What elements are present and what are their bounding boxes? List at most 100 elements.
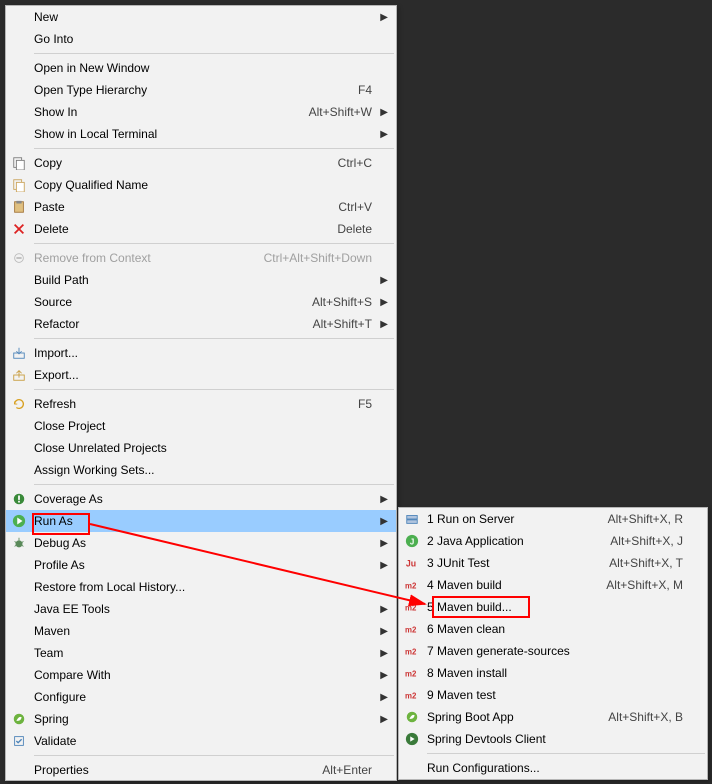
menu-compare-with[interactable]: Compare With▶ (6, 664, 396, 686)
svg-text:m2: m2 (405, 670, 417, 679)
chevron-right-icon: ▶ (378, 516, 388, 527)
svg-text:m2: m2 (405, 582, 417, 591)
menu-item-shortcut: Alt+Shift+X, J (610, 534, 683, 548)
blank-icon (10, 60, 28, 76)
menu-delete[interactable]: DeleteDelete (6, 218, 396, 240)
menu-restore-history[interactable]: Restore from Local History... (6, 576, 396, 598)
chevron-right-icon: ▶ (378, 297, 388, 308)
menu-show-local-terminal[interactable]: Show in Local Terminal▶ (6, 123, 396, 145)
submenu-java-app[interactable]: J2 Java ApplicationAlt+Shift+X, J (399, 530, 707, 552)
menu-item-label: Import... (34, 346, 372, 360)
menu-item-label: Run Configurations... (427, 761, 683, 775)
menu-item-label: Remove from Context (34, 251, 252, 265)
paste-icon (10, 199, 28, 215)
menu-separator (34, 755, 394, 756)
menu-javaee-tools[interactable]: Java EE Tools▶ (6, 598, 396, 620)
chevron-right-icon: ▶ (378, 319, 388, 330)
menu-item-label: Java EE Tools (34, 602, 372, 616)
menu-configure[interactable]: Configure▶ (6, 686, 396, 708)
menu-debug-as[interactable]: Debug As ▶ (6, 532, 396, 554)
menu-close-project[interactable]: Close Project (6, 415, 396, 437)
delete-icon (10, 221, 28, 237)
submenu-maven-build[interactable]: m24 Maven buildAlt+Shift+X, M (399, 574, 707, 596)
menu-item-shortcut: Ctrl+C (338, 156, 372, 170)
menu-item-label: Compare With (34, 668, 372, 682)
menu-item-label: Copy (34, 156, 326, 170)
submenu-junit[interactable]: Ju3 JUnit TestAlt+Shift+X, T (399, 552, 707, 574)
menu-item-label: Paste (34, 200, 326, 214)
menu-go-into[interactable]: Go Into (6, 28, 396, 50)
menu-item-label: Refresh (34, 397, 346, 411)
blank-icon (403, 760, 421, 776)
menu-new[interactable]: New▶ (6, 6, 396, 28)
menu-item-shortcut: Alt+Enter (322, 763, 372, 777)
menu-copy[interactable]: Copy Ctrl+C (6, 152, 396, 174)
menu-item-label: Go Into (34, 32, 372, 46)
menu-item-label: Show In (34, 105, 297, 119)
menu-open-new-window[interactable]: Open in New Window (6, 57, 396, 79)
menu-item-label: Source (34, 295, 300, 309)
submenu-maven-install[interactable]: m28 Maven install (399, 662, 707, 684)
submenu-spring-devtools[interactable]: Spring Devtools Client (399, 728, 707, 750)
menu-build-path[interactable]: Build Path▶ (6, 269, 396, 291)
submenu-maven-gen[interactable]: m27 Maven generate-sources (399, 640, 707, 662)
menu-validate[interactable]: Validate (6, 730, 396, 752)
menu-show-in[interactable]: Show InAlt+Shift+W▶ (6, 101, 396, 123)
chevron-right-icon: ▶ (378, 538, 388, 549)
menu-refactor[interactable]: RefactorAlt+Shift+T▶ (6, 313, 396, 335)
submenu-run-config[interactable]: Run Configurations... (399, 757, 707, 779)
menu-team[interactable]: Team▶ (6, 642, 396, 664)
chevron-right-icon: ▶ (378, 129, 388, 140)
blank-icon (10, 462, 28, 478)
menu-maven[interactable]: Maven▶ (6, 620, 396, 642)
menu-copy-qualified[interactable]: Copy Qualified Name (6, 174, 396, 196)
menu-assign-working-sets[interactable]: Assign Working Sets... (6, 459, 396, 481)
menu-spring[interactable]: Spring▶ (6, 708, 396, 730)
menu-open-type-hierarchy[interactable]: Open Type HierarchyF4 (6, 79, 396, 101)
blank-icon (10, 82, 28, 98)
menu-item-shortcut: Alt+Shift+T (313, 317, 372, 331)
blank-icon (10, 316, 28, 332)
menu-close-unrelated[interactable]: Close Unrelated Projects (6, 437, 396, 459)
menu-item-label: Restore from Local History... (34, 580, 372, 594)
svg-text:J: J (410, 538, 414, 547)
menu-refresh[interactable]: RefreshF5 (6, 393, 396, 415)
menu-item-label: Run As (34, 514, 372, 528)
context-menu-main: New▶ Go Into Open in New Window Open Type… (5, 5, 397, 781)
menu-profile-as[interactable]: Profile As▶ (6, 554, 396, 576)
menu-item-shortcut: Alt+Shift+S (312, 295, 372, 309)
menu-source[interactable]: Source Alt+Shift+S ▶ (6, 291, 396, 313)
svg-text:m2: m2 (405, 692, 417, 701)
submenu-maven-test[interactable]: m29 Maven test (399, 684, 707, 706)
menu-item-label: Spring (34, 712, 372, 726)
menu-item-shortcut: Delete (337, 222, 372, 236)
menu-item-label: Assign Working Sets... (34, 463, 372, 477)
menu-item-label: Properties (34, 763, 310, 777)
menu-item-label: Open in New Window (34, 61, 372, 75)
spring-icon (403, 709, 421, 725)
menu-item-label: Close Project (34, 419, 372, 433)
menu-export[interactable]: Export... (6, 364, 396, 386)
chevron-right-icon: ▶ (378, 560, 388, 571)
context-menu-runas: 1 Run on ServerAlt+Shift+X, R J2 Java Ap… (398, 507, 708, 780)
menu-coverage-as[interactable]: Coverage As▶ (6, 488, 396, 510)
menu-item-shortcut: Ctrl+V (338, 200, 372, 214)
submenu-run-on-server[interactable]: 1 Run on ServerAlt+Shift+X, R (399, 508, 707, 530)
remove-ctx-icon (10, 250, 28, 266)
submenu-maven-build-config[interactable]: m25 Maven build... (399, 596, 707, 618)
chevron-right-icon: ▶ (378, 626, 388, 637)
java-icon: J (403, 533, 421, 549)
menu-item-label: Debug As (34, 536, 372, 550)
menu-run-as[interactable]: Run As ▶ (6, 510, 396, 532)
blank-icon (10, 601, 28, 617)
menu-item-label: 6 Maven clean (427, 622, 683, 636)
menu-properties[interactable]: Properties Alt+Enter (6, 759, 396, 781)
svg-text:m2: m2 (405, 604, 417, 613)
menu-import[interactable]: Import... (6, 342, 396, 364)
submenu-spring-boot[interactable]: Spring Boot AppAlt+Shift+X, B (399, 706, 707, 728)
submenu-maven-clean[interactable]: m26 Maven clean (399, 618, 707, 640)
svg-text:m2: m2 (405, 648, 417, 657)
menu-item-label: Copy Qualified Name (34, 178, 372, 192)
menu-item-label: Coverage As (34, 492, 372, 506)
menu-paste[interactable]: Paste Ctrl+V (6, 196, 396, 218)
